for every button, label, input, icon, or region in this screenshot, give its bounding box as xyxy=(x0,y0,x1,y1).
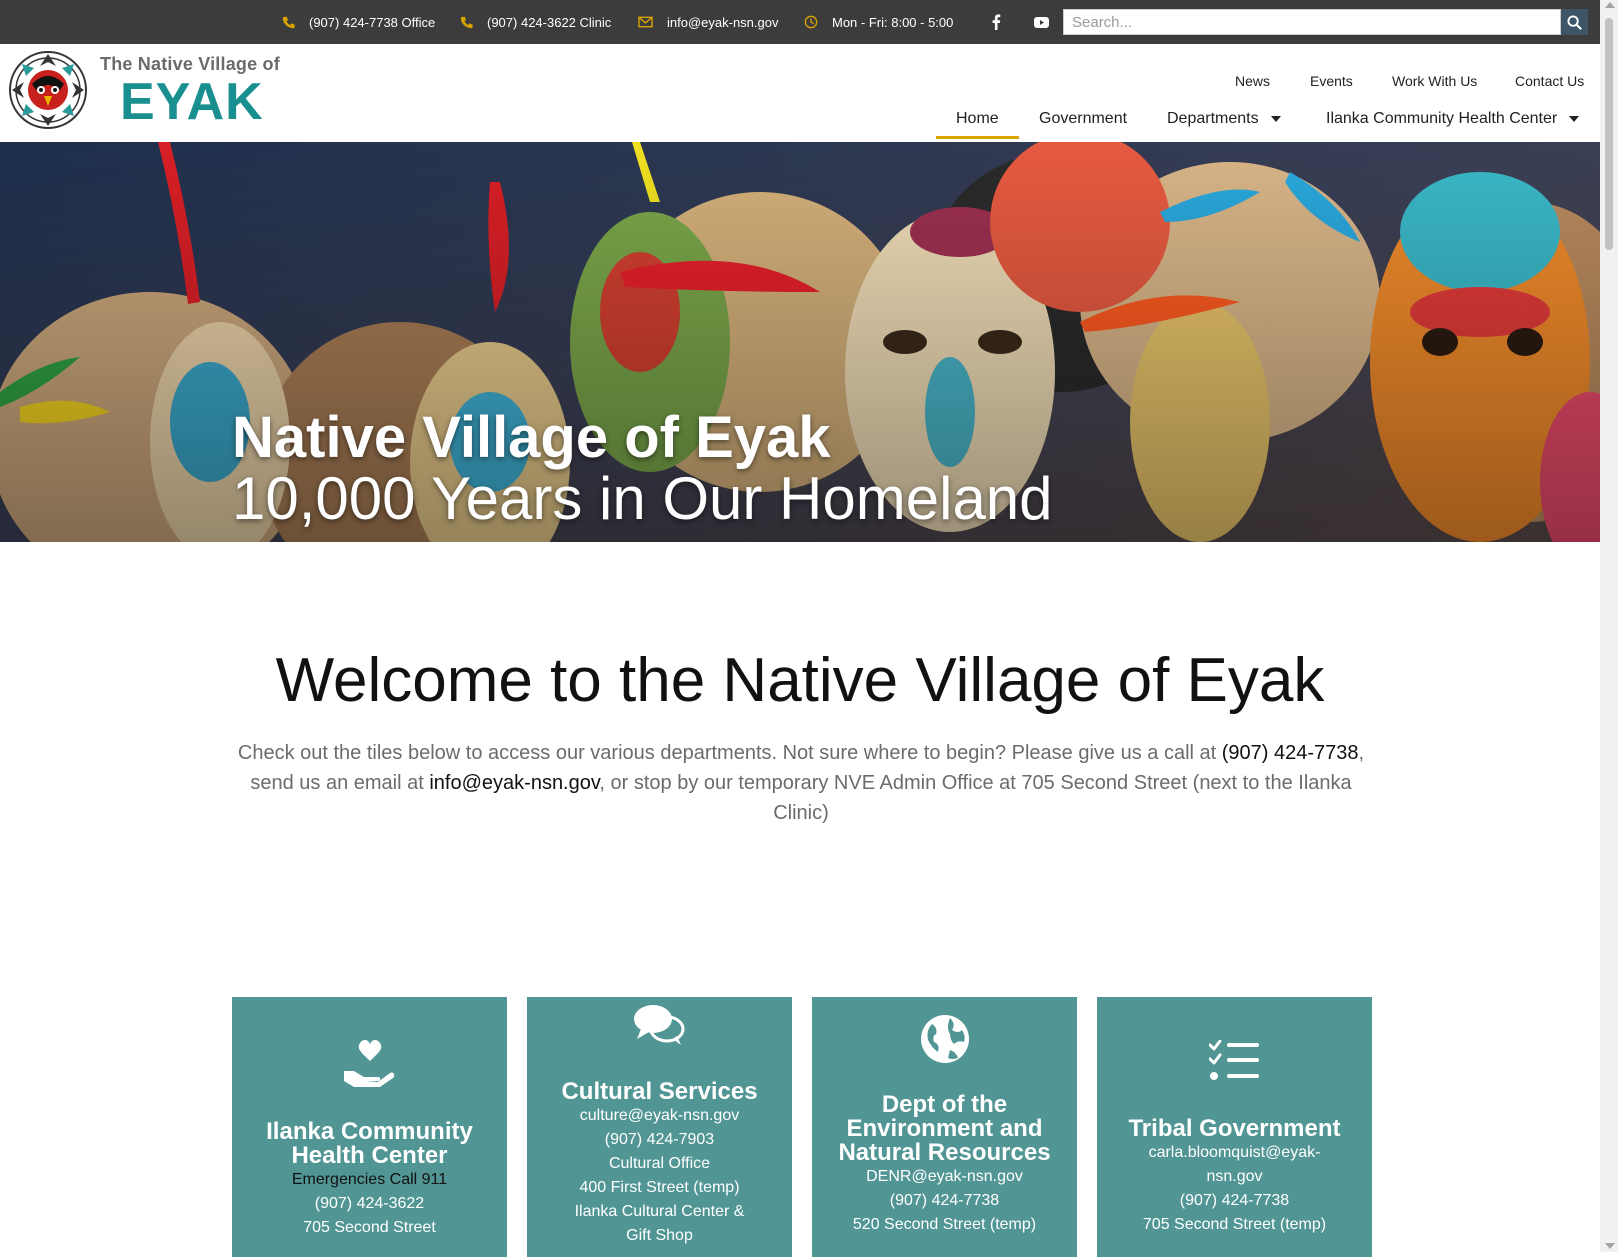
tile-cultural-content: Cultural Services culture@eyak-nsn.gov (… xyxy=(527,1080,792,1248)
tile-address: 520 Second Street (temp) xyxy=(852,1216,1037,1233)
hero-subtitle: 10,000 Years in Our Homeland xyxy=(232,465,1053,532)
tile-office: Cultural Office xyxy=(608,1155,711,1172)
office-phone-text: (907) 424-7738 Office xyxy=(309,14,436,30)
search-button[interactable] xyxy=(1561,9,1588,35)
tile-emergency-label: Emergencies xyxy=(291,1171,386,1188)
nav-home-label: Home xyxy=(956,110,999,127)
tile-cultural-services[interactable]: Cultural Services culture@eyak-nsn.gov (… xyxy=(527,997,792,1257)
tile-title: Tribal Government xyxy=(1128,1115,1341,1142)
tile-address: 705 Second Street (temp) xyxy=(1142,1216,1327,1233)
nav-government-label: Government xyxy=(1039,110,1128,127)
office-phone-link[interactable]: (907) 424-7738 Office xyxy=(282,0,435,44)
nav-departments-label: Departments xyxy=(1167,110,1259,127)
logo-main-text: EYAK xyxy=(120,73,264,131)
envelope-icon xyxy=(638,16,653,28)
tile-tribal-government[interactable]: Tribal Government carla.bloomquist@eyak-… xyxy=(1097,997,1372,1257)
tile-email: culture@eyak-nsn.gov xyxy=(579,1107,740,1124)
scroll-up-arrow-icon[interactable] xyxy=(1605,2,1615,8)
nav-home[interactable]: Home xyxy=(956,110,999,128)
tile-government-content: Tribal Government carla.bloomquist@eyak-… xyxy=(1097,1117,1372,1237)
hours-text: Mon - Fri: 8:00 - 5:00 xyxy=(832,14,954,30)
tile-title: Dept of the Environment and Natural Reso… xyxy=(838,1091,1051,1166)
search-input[interactable] xyxy=(1063,9,1561,35)
tile-title: Cultural Services xyxy=(561,1078,758,1105)
tile-title: Ilanka Community Health Center xyxy=(266,1118,473,1169)
tile-phone: (907) 424-7738 xyxy=(889,1192,1000,1209)
nav-contact-us-link[interactable]: Contact Us xyxy=(1515,73,1584,89)
scrollbar-thumb[interactable] xyxy=(1605,18,1613,250)
nav-departments[interactable]: Departments xyxy=(1167,110,1281,128)
search-icon xyxy=(1567,14,1582,30)
tile-email: DENR@eyak-nsn.gov xyxy=(866,1168,1023,1185)
tile-email-b: nsn.gov xyxy=(1206,1168,1263,1185)
tile-health-center[interactable]: Ilanka Community Health Center Emergenci… xyxy=(232,997,507,1257)
tile-email-a: carla.bloomquist@eyak- xyxy=(1148,1144,1321,1161)
tile-environment[interactable]: Dept of the Environment and Natural Reso… xyxy=(812,997,1077,1257)
tile-emergency: Emergencies Call 911 xyxy=(232,1168,507,1192)
clinic-phone-text: (907) 424-3622 Clinic xyxy=(487,14,612,30)
clinic-phone-link[interactable]: (907) 424-3622 Clinic xyxy=(460,0,611,44)
hero-banner: Native Village of Eyak 10,000 Years in O… xyxy=(0,142,1600,542)
nav-health-center-label: Ilanka Community Health Center xyxy=(1326,110,1558,127)
top-info-bar: (907) 424-7738 Office (907) 424-3622 Cli… xyxy=(0,0,1618,44)
hand-heart-icon xyxy=(344,1039,395,1087)
caret-down-icon xyxy=(1569,116,1580,122)
tribal-seal-logo xyxy=(9,51,87,129)
office-hours: Mon - Fri: 8:00 - 5:00 xyxy=(804,0,953,44)
caret-down-icon xyxy=(1270,116,1281,122)
nav-work-with-us-link[interactable]: Work With Us xyxy=(1392,73,1477,89)
hero-title: Native Village of Eyak xyxy=(232,405,831,470)
phone-icon xyxy=(460,16,473,28)
tile-shop: Gift Shop xyxy=(626,1227,693,1244)
tile-address: 400 First Street (temp) xyxy=(579,1179,740,1196)
email-link[interactable]: info@eyak-nsn.gov xyxy=(638,0,778,44)
tile-environment-content: Dept of the Environment and Natural Reso… xyxy=(812,1093,1077,1237)
email-text: info@eyak-nsn.gov xyxy=(667,14,779,30)
tile-address: 705 Second Street xyxy=(303,1219,436,1236)
facebook-icon[interactable] xyxy=(986,12,1006,32)
tile-center: Ilanka Cultural Center & xyxy=(574,1203,745,1220)
tile-phone: (907) 424-3622 xyxy=(314,1195,425,1212)
tile-emergency-call: Call 911 xyxy=(385,1171,448,1188)
nav-events-link[interactable]: Events xyxy=(1310,73,1353,89)
tile-health-content: Ilanka Community Health Center Emergenci… xyxy=(232,1120,507,1240)
welcome-heading: Welcome to the Native Village of Eyak xyxy=(275,646,1325,715)
scroll-down-arrow-icon[interactable] xyxy=(1605,1243,1615,1249)
welcome-phone-link[interactable]: (907) 424-7738 xyxy=(1222,742,1359,764)
chat-bubbles-icon xyxy=(634,1005,685,1045)
welcome-text-3: , or stop by our temporary NVE Admin Off… xyxy=(599,772,1352,824)
phone-icon xyxy=(282,16,295,28)
youtube-icon[interactable] xyxy=(1031,12,1051,32)
welcome-text-1: Check out the tiles below to access our … xyxy=(237,742,1222,764)
welcome-email-link[interactable]: info@eyak-nsn.gov xyxy=(429,772,599,794)
checklist-icon xyxy=(1209,1040,1259,1080)
tile-phone: (907) 424-7738 xyxy=(1179,1192,1290,1209)
nav-government[interactable]: Government xyxy=(1039,110,1127,128)
site-header: The Native Village of EYAK News Events W… xyxy=(0,44,1600,142)
tile-phone: (907) 424-7903 xyxy=(604,1131,715,1148)
globe-icon xyxy=(921,1015,969,1063)
nav-news-link[interactable]: News xyxy=(1235,73,1270,89)
clock-icon xyxy=(804,15,818,29)
active-nav-underline xyxy=(936,136,1019,139)
welcome-paragraph: Check out the tiles below to access our … xyxy=(236,738,1366,828)
nav-health-center[interactable]: Ilanka Community Health Center xyxy=(1326,110,1580,128)
